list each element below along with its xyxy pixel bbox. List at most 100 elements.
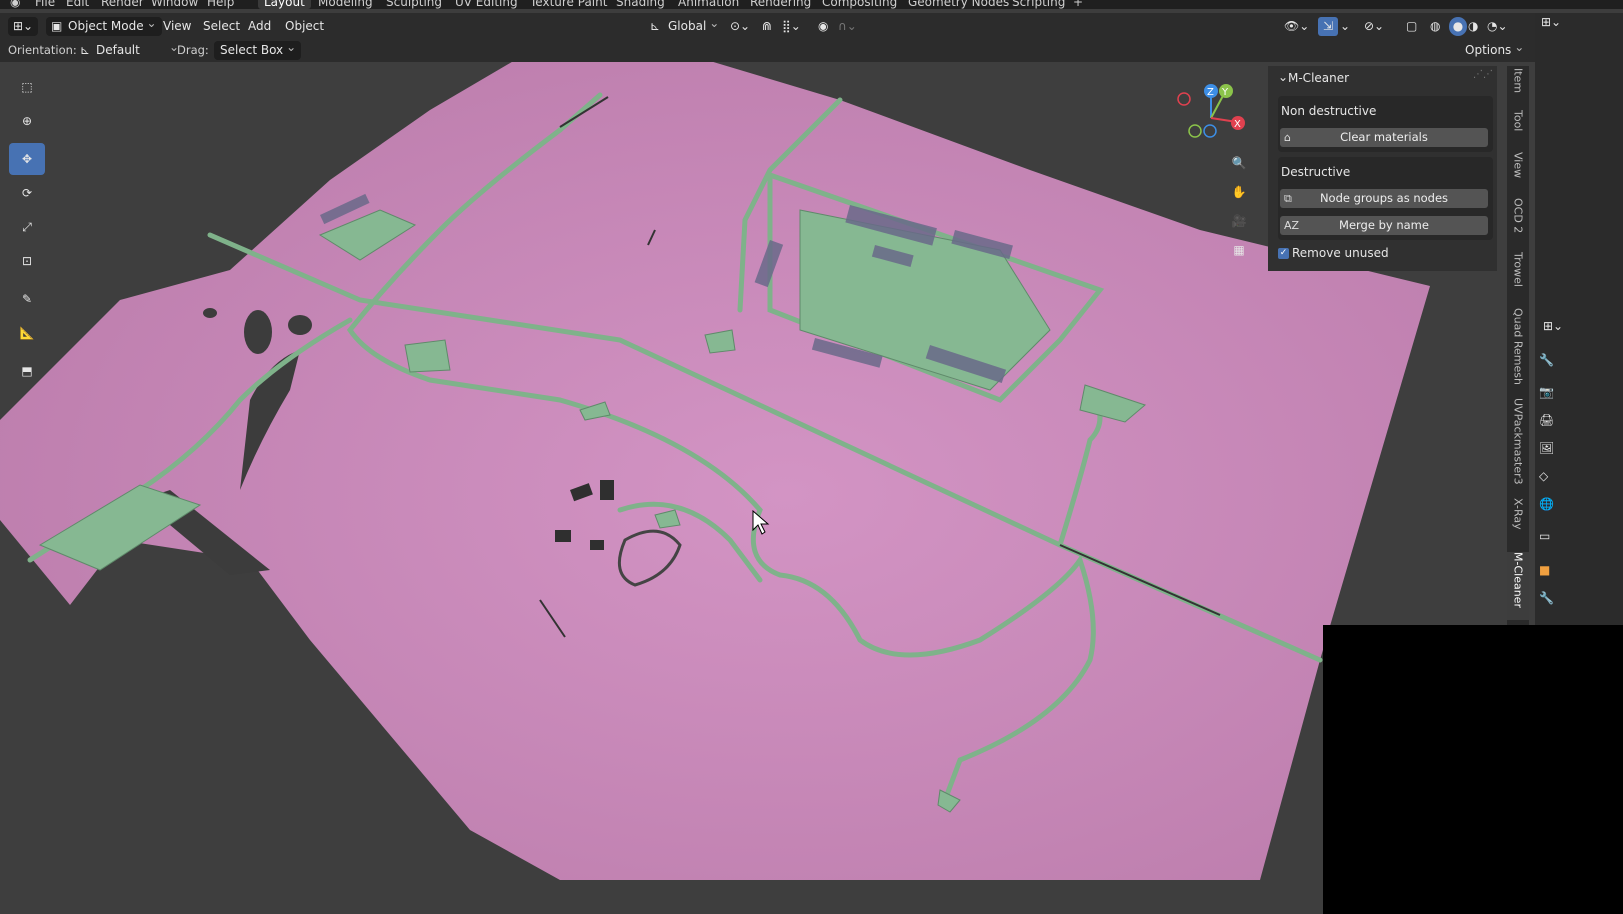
properties-type-icon[interactable]: ⊞⌄ (1543, 319, 1563, 333)
transform-orientation-dropdown[interactable]: ⊾ Global (646, 14, 724, 36)
gizmo-dropdown-icon[interactable]: ⌄ (1340, 17, 1350, 36)
destructive-label: Destructive (1281, 165, 1351, 179)
node-group-icon: ⧉ (1284, 192, 1292, 205)
menu-window[interactable]: Window (151, 0, 198, 9)
ortho-grid-icon[interactable]: ▦ (1226, 237, 1252, 263)
drag-label: Drag: (177, 43, 209, 57)
sort-az-icon: AZ (1284, 219, 1300, 232)
tab-uv-editing[interactable]: UV Editing (455, 0, 518, 9)
brush-icon: ⌂ (1284, 131, 1291, 144)
tab-trowel[interactable]: Trowel (1507, 252, 1529, 300)
render-properties-icon[interactable]: 📷 (1539, 385, 1554, 399)
orientation-dropdown[interactable]: ⊾ Default (76, 38, 184, 60)
drag-dropdown[interactable]: Select Box (214, 38, 302, 60)
overlays-icon[interactable]: ⊘⌄ (1364, 17, 1384, 36)
scene-properties-icon[interactable]: ◇ (1539, 469, 1548, 483)
menu-file[interactable]: File (35, 0, 55, 9)
non-destructive-box: Non destructive ⌂ Clear materials (1278, 96, 1493, 152)
top-bar: ◉ File Edit Render Window Help Layout Mo… (0, 0, 1623, 9)
measure-tool-icon[interactable]: 📐 (9, 317, 45, 349)
select-box-tool-icon[interactable]: ⬚ (9, 71, 45, 103)
tab-item[interactable]: Item (1507, 68, 1529, 106)
move-tool-icon[interactable]: ✥ (9, 143, 45, 175)
pivot-point-icon[interactable]: ⊙⌄ (730, 17, 750, 36)
tab-animation[interactable]: Animation (678, 0, 739, 9)
tab-modeling[interactable]: Modeling (318, 0, 373, 9)
black-overlay (1323, 625, 1623, 914)
rendered-shading-icon[interactable]: ◔⌄ (1487, 17, 1508, 36)
tab-sculpting[interactable]: Sculpting (386, 0, 442, 9)
world-properties-icon[interactable]: 🌐 (1539, 497, 1554, 511)
non-destructive-label: Non destructive (1281, 104, 1377, 118)
tab-ocd2[interactable]: OCD 2 (1507, 198, 1529, 244)
menu-render[interactable]: Render (101, 0, 144, 9)
material-shading-icon[interactable]: ◑ (1468, 17, 1478, 36)
editor-type-icon[interactable]: ⊞⌄ (1541, 15, 1561, 29)
solid-shading-icon[interactable]: ● (1449, 17, 1467, 36)
add-workspace-button[interactable]: + (1073, 0, 1083, 9)
falloff-icon[interactable]: ∩⌄ (838, 17, 857, 36)
mode-dropdown[interactable]: ▣ Object Mode (46, 14, 162, 36)
svg-text:Y: Y (1221, 87, 1229, 98)
orientation-label: Orientation: (8, 43, 77, 57)
viewport-header: ⊞⌄ ▣Object Mode View Select Add Object ⊾… (0, 13, 1590, 40)
merge-by-name-button[interactable]: AZ Merge by name (1280, 216, 1488, 235)
clear-materials-button[interactable]: ⌂ Clear materials (1280, 128, 1488, 147)
svg-text:Z: Z (1207, 87, 1214, 98)
tab-geometry-nodes[interactable]: Geometry Nodes (908, 0, 1009, 9)
transform-tool-icon[interactable]: ⊡ (9, 245, 45, 277)
xray-toggle-icon[interactable]: ▢ (1406, 17, 1417, 36)
view-layer-icon[interactable]: 🖼 (1539, 441, 1554, 455)
neg-x-axis-icon[interactable] (1177, 92, 1191, 106)
tab-scripting[interactable]: Scripting (1012, 0, 1065, 9)
camera-view-icon[interactable]: 🎥 (1226, 208, 1252, 234)
gizmo-toggle-icon[interactable]: ⇲ (1318, 17, 1338, 36)
options-dropdown[interactable]: Options (1459, 38, 1530, 60)
collection-properties-icon[interactable]: ▭ (1539, 529, 1550, 543)
tab-compositing[interactable]: Compositing (822, 0, 897, 9)
tab-m-cleaner[interactable]: M-Cleaner (1507, 552, 1529, 620)
collapse-chevron-icon[interactable]: ⌄ (1278, 70, 1288, 84)
tab-quad-remesh[interactable]: Quad Remesh (1507, 308, 1529, 390)
menu-help[interactable]: Help (207, 0, 234, 9)
menu-add[interactable]: Add (248, 17, 271, 36)
tab-layout[interactable]: Layout (258, 0, 311, 9)
pan-hand-icon[interactable]: ✋ (1226, 179, 1252, 205)
wireframe-shading-icon[interactable]: ◍ (1430, 17, 1440, 36)
m-cleaner-panel: ⌄ M-Cleaner ⋰⋰ Non destructive ⌂ Clear m… (1268, 66, 1497, 271)
tab-uvpackmaster3[interactable]: UVPackmaster3 (1507, 398, 1529, 488)
snap-target-icon[interactable]: ⣿⌄ (782, 17, 801, 36)
blender-logo-icon[interactable]: ◉ (10, 0, 20, 9)
scale-tool-icon[interactable]: ⤢ (9, 211, 45, 243)
snap-magnet-icon[interactable]: ⋒ (762, 17, 772, 36)
remove-unused-checkbox[interactable]: ✓ (1278, 248, 1289, 259)
mouse-cursor-icon (752, 510, 770, 535)
menu-select[interactable]: Select (203, 17, 240, 36)
tab-shading[interactable]: Shading (616, 0, 665, 9)
rotate-tool-icon[interactable]: ⟳ (9, 177, 45, 209)
proportional-edit-icon[interactable]: ◉ (818, 17, 828, 36)
tab-rendering[interactable]: Rendering (750, 0, 811, 9)
tab-texture-paint[interactable]: Texture Paint (530, 0, 607, 9)
node-groups-as-nodes-button[interactable]: ⧉ Node groups as nodes (1280, 189, 1488, 208)
output-properties-icon[interactable]: 🖨 (1539, 413, 1554, 427)
object-properties-icon[interactable]: ■ (1539, 563, 1550, 577)
zoom-icon[interactable]: 🔍 (1226, 150, 1252, 176)
menu-view[interactable]: View (163, 17, 191, 36)
tool-properties-icon[interactable]: 🔧 (1539, 353, 1554, 367)
modifier-properties-icon[interactable]: 🔧 (1539, 591, 1554, 605)
navigation-gizmo[interactable]: Z Y X (1175, 80, 1255, 150)
tab-tool[interactable]: Tool (1507, 110, 1529, 148)
annotate-tool-icon[interactable]: ✎ (9, 283, 45, 315)
neg-y-axis-icon[interactable] (1188, 124, 1202, 138)
menu-edit[interactable]: Edit (66, 0, 89, 9)
drag-handle-icon[interactable]: ⋰⋰ (1473, 69, 1493, 80)
tab-view[interactable]: View (1507, 152, 1529, 190)
tab-xray[interactable]: X-Ray (1507, 498, 1529, 544)
cursor-tool-icon[interactable]: ⊕ (9, 105, 45, 137)
visibility-eye-icon[interactable]: 👁⌄ (1284, 17, 1309, 36)
neg-z-axis-icon[interactable] (1203, 124, 1217, 138)
editor-type-icon[interactable]: ⊞⌄ (8, 17, 38, 36)
menu-object[interactable]: Object (285, 17, 324, 36)
add-cube-tool-icon[interactable]: ⬒ (9, 355, 45, 387)
